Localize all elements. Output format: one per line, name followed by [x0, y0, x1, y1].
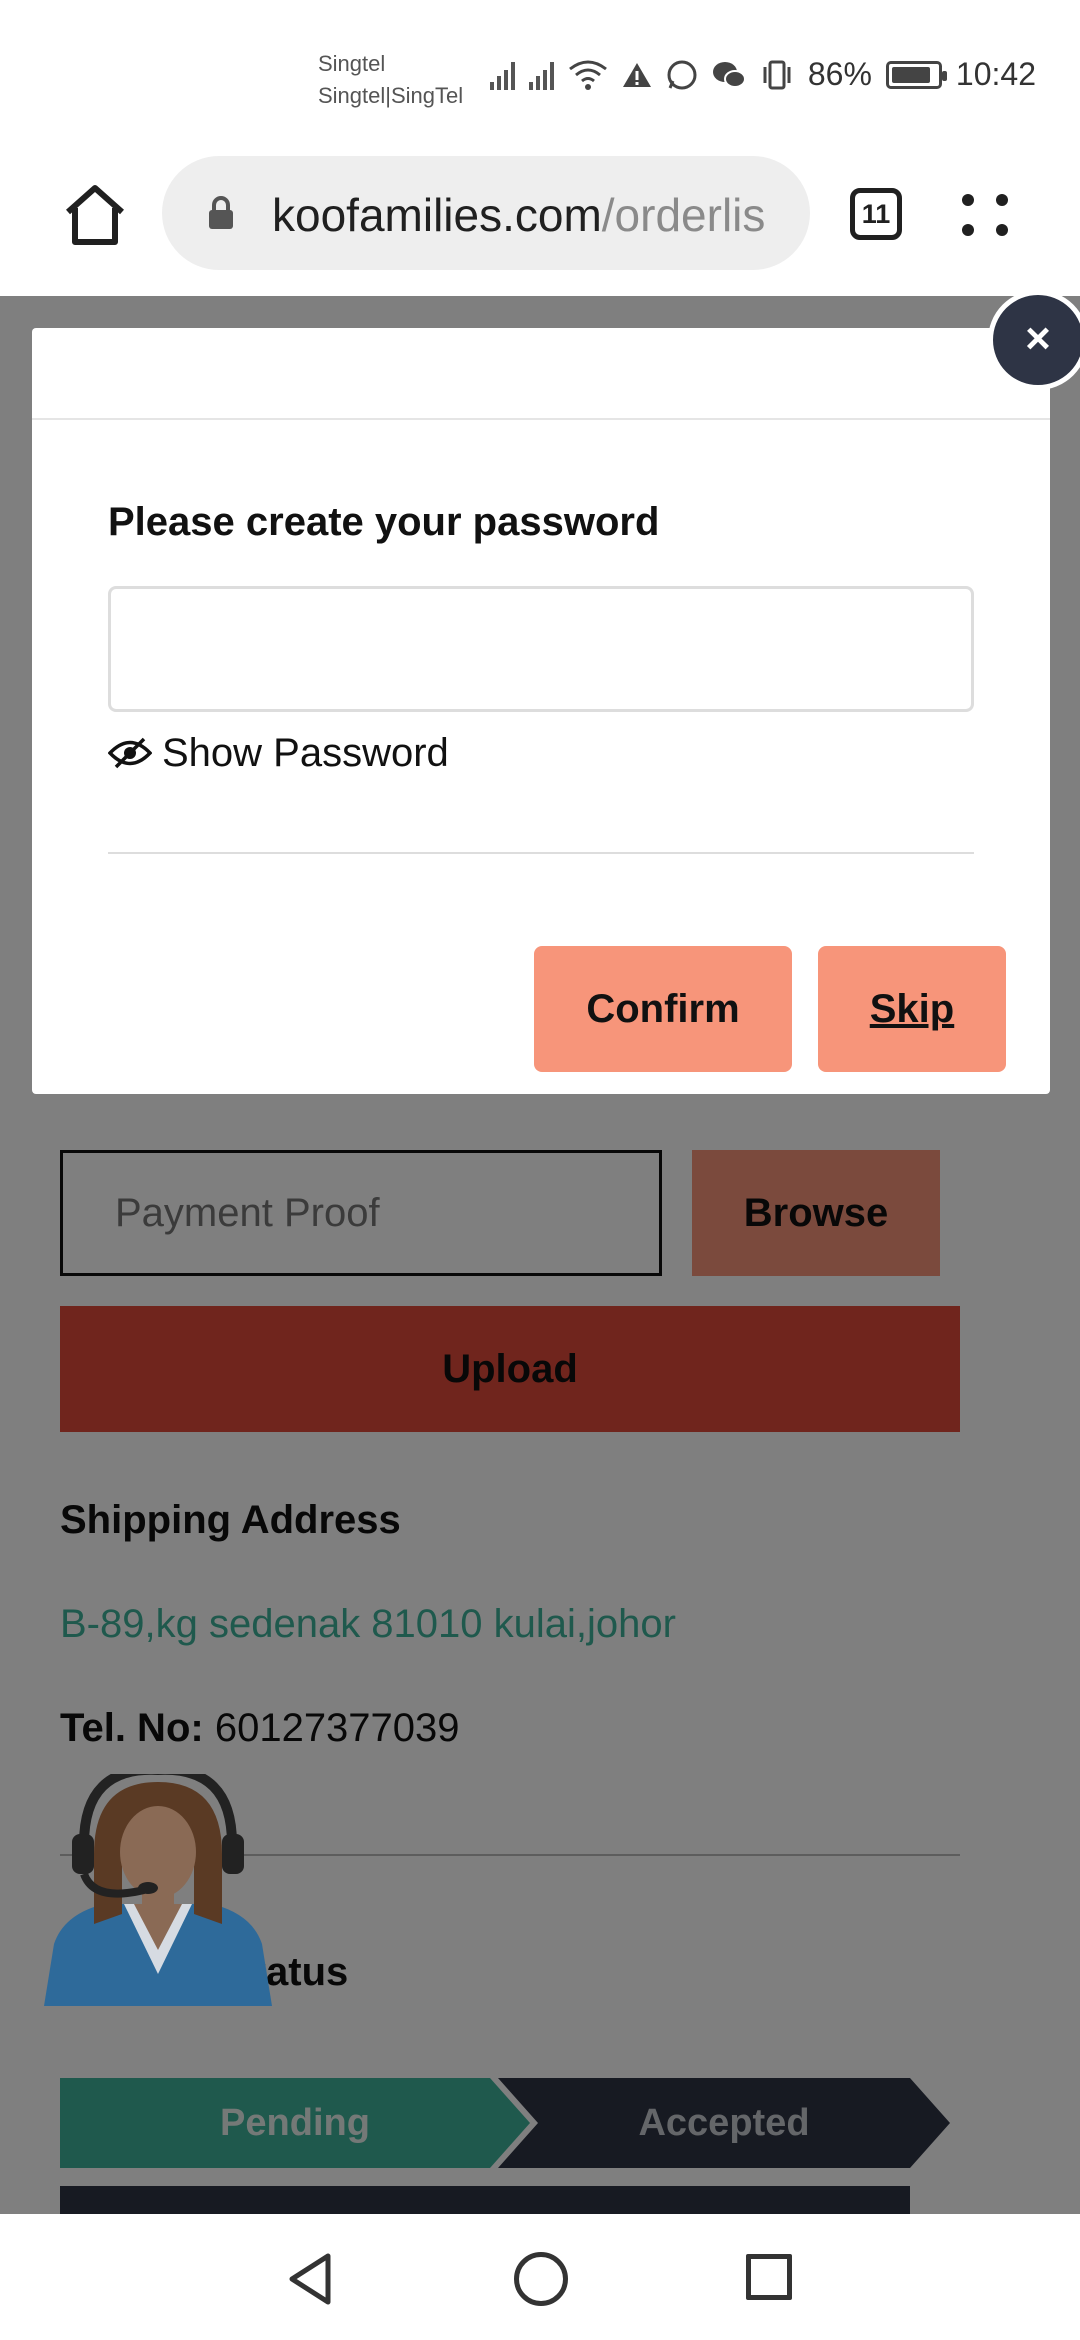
create-password-modal: Please create your password Show Passwor…	[32, 328, 1050, 1094]
show-password-toggle[interactable]: Show Password	[108, 718, 449, 788]
status-bar: Singtel Singtel|SingTel 86% 10:42	[0, 0, 1080, 150]
url-domain: koofamilies.com	[272, 189, 602, 241]
address-bar[interactable]: koofamilies.com/orderlis	[162, 156, 810, 270]
show-password-label: Show Password	[162, 730, 449, 775]
back-icon[interactable]	[284, 2252, 338, 2306]
battery-icon	[885, 60, 947, 89]
carrier-info: Singtel Singtel|SingTel	[318, 48, 463, 112]
skip-button[interactable]: Skip	[818, 946, 1006, 1072]
modal-header-divider	[32, 418, 1050, 420]
carrier-line-1: Singtel	[318, 51, 386, 76]
support-agent-icon[interactable]	[44, 1774, 272, 2006]
eye-slash-icon	[108, 737, 152, 769]
more-menu-icon[interactable]	[954, 190, 1014, 240]
wechat-icon	[712, 61, 746, 88]
browser-toolbar: koofamilies.com/orderlis 11	[0, 150, 1080, 296]
modal-footer-divider	[108, 852, 974, 854]
confirm-button[interactable]: Confirm	[534, 946, 792, 1072]
wifi-icon	[568, 60, 607, 90]
url-path: /orderlis	[601, 189, 766, 241]
recent-apps-icon[interactable]	[746, 2254, 792, 2300]
warning-icon	[622, 62, 651, 87]
home-icon[interactable]	[60, 180, 130, 250]
vibrate-icon	[763, 60, 791, 89]
carrier-line-2: Singtel|SingTel	[318, 83, 464, 108]
lock-icon	[209, 196, 233, 229]
password-input[interactable]	[108, 586, 974, 712]
signal-icon	[489, 60, 515, 90]
status-icons: 86% 10:42	[489, 56, 1036, 93]
battery-percent: 86%	[807, 56, 872, 92]
clock: 10:42	[955, 56, 1036, 92]
home-nav-icon[interactable]	[514, 2252, 568, 2306]
whatsapp-icon	[667, 60, 697, 89]
tab-switcher-button[interactable]: 11	[850, 188, 902, 240]
close-modal-button[interactable]: ×	[988, 290, 1080, 390]
system-nav-bar	[0, 2214, 1080, 2340]
modal-title: Please create your password	[108, 500, 660, 544]
signal-icon-2	[528, 60, 554, 90]
url-text: koofamilies.com/orderlis	[272, 188, 765, 242]
